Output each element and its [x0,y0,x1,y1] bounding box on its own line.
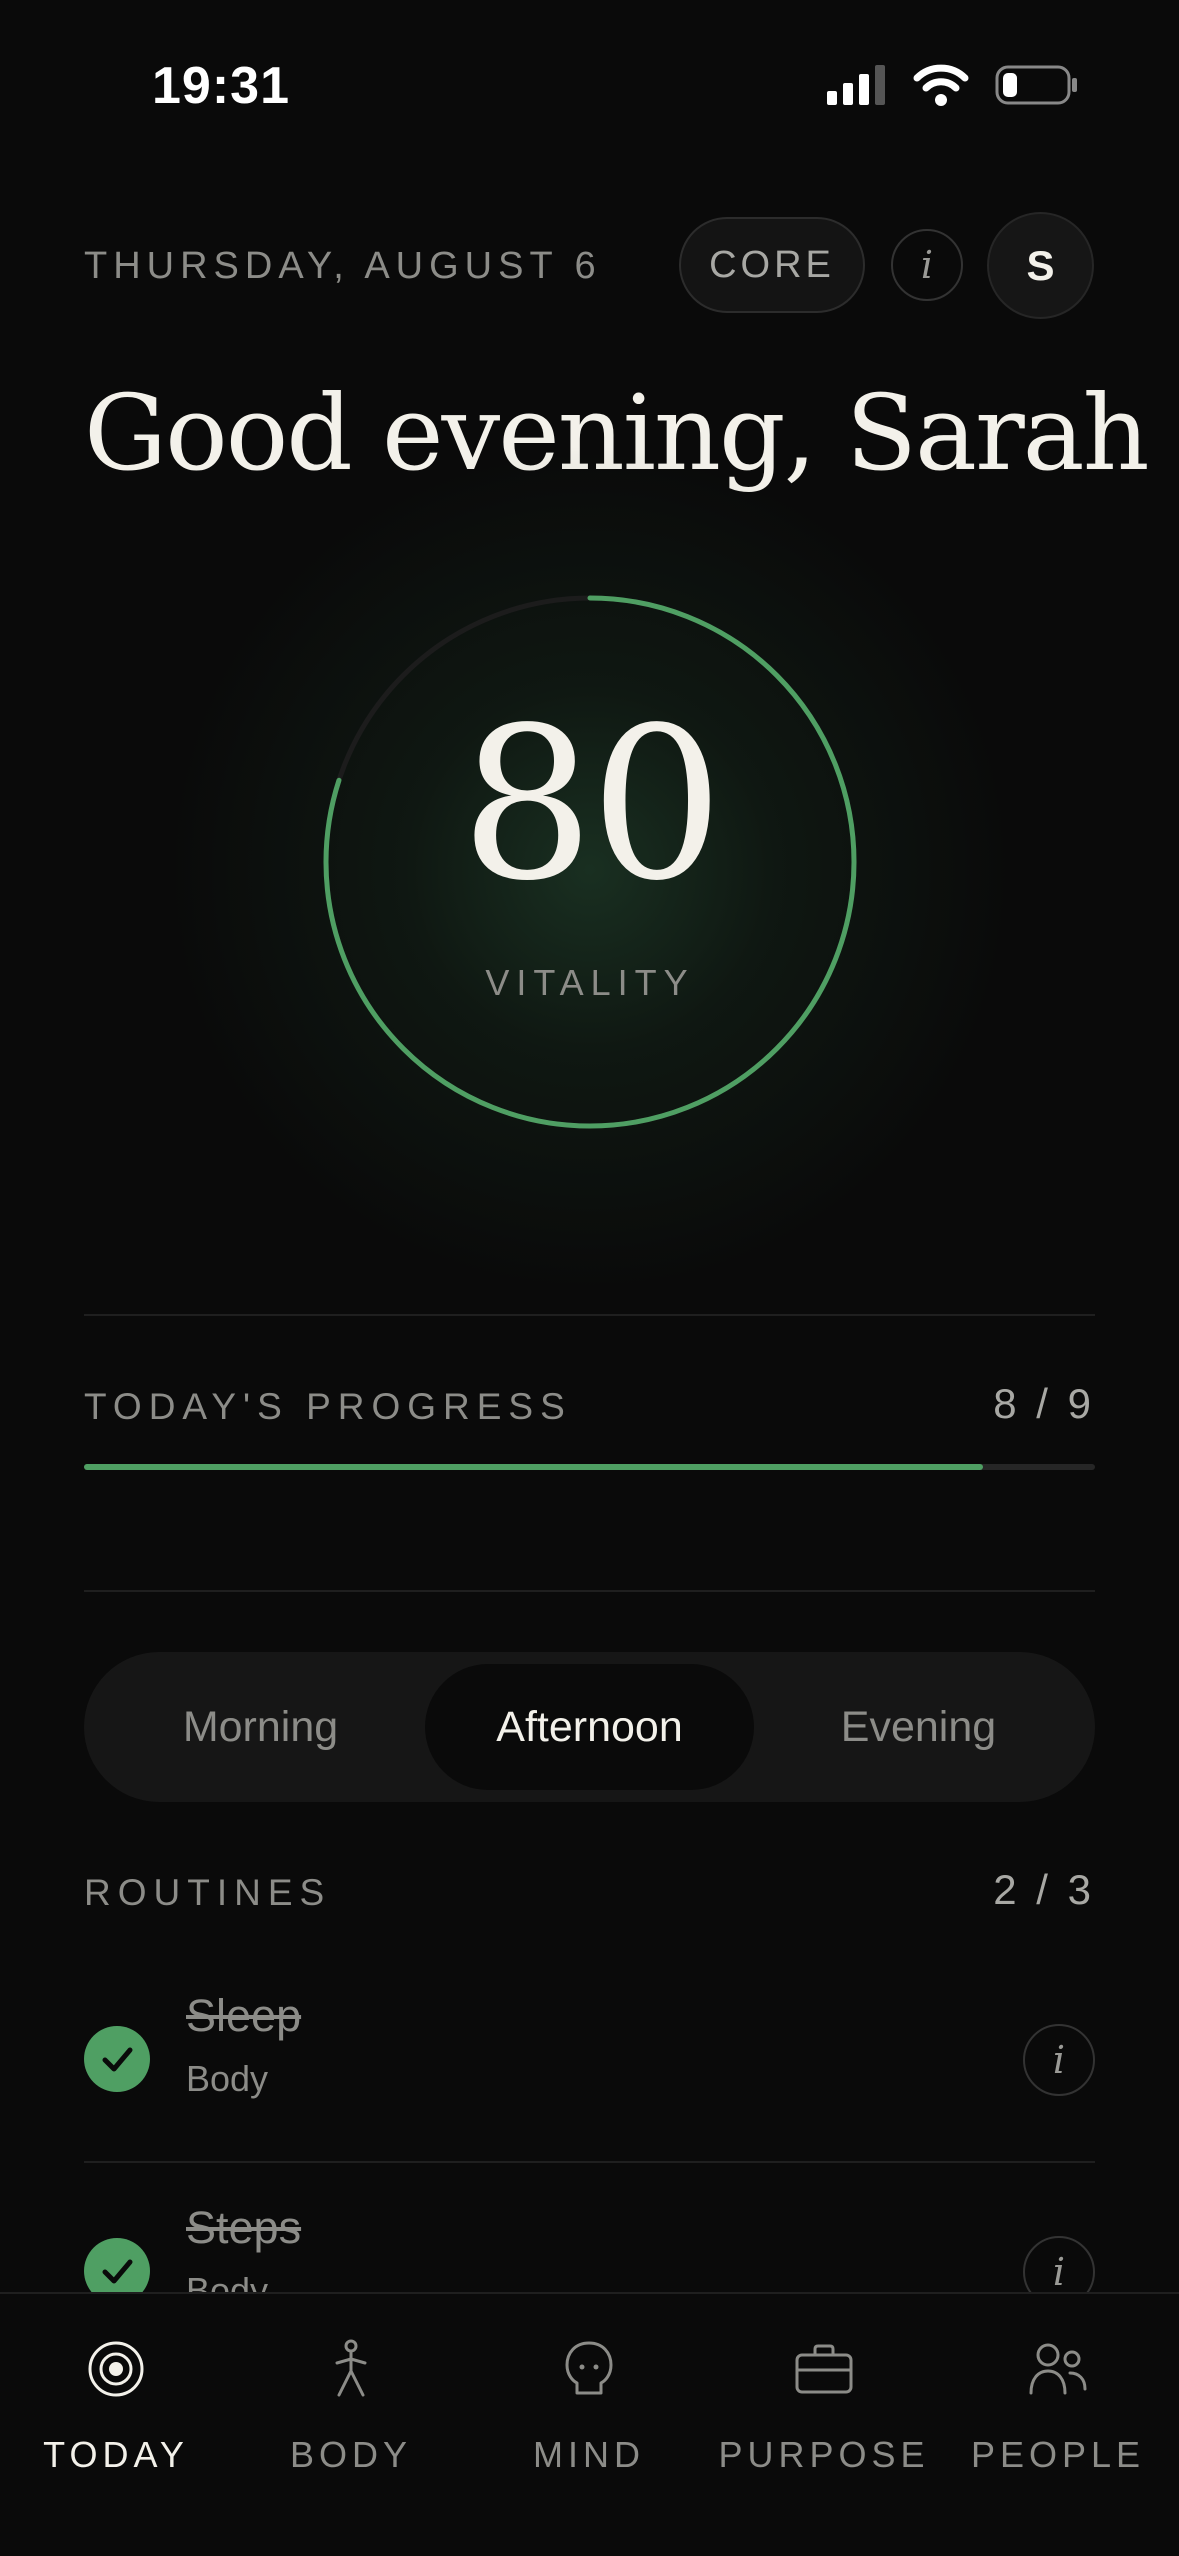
segment-morning[interactable]: Morning [96,1664,425,1790]
divider [84,1314,1095,1316]
tab-mind[interactable]: MIND [474,2334,704,2476]
target-icon [88,2341,144,2397]
tab-people[interactable]: PEOPLE [943,2334,1173,2476]
tab-body[interactable]: BODY [236,2334,466,2476]
wifi-icon [913,64,969,106]
tab-label: MIND [533,2434,645,2475]
divider [84,1590,1095,1592]
avatar-button[interactable]: S [987,212,1094,319]
segment-afternoon[interactable]: Afternoon [425,1664,754,1790]
vitality-score: 80 [460,682,723,927]
tab-bar: TODAY BODY MIND PURPOSE PEOPLE [0,2292,1179,2556]
today-screen: 19:31 THURSDAY, AUGUST 6 CORE i S Good e… [0,0,1179,2556]
info-icon: i [1052,2250,1066,2294]
routine-category: Body [186,2058,269,2099]
progress-bar [84,1464,1095,1470]
progress-label: TODAY'S PROGRESS [84,1386,572,1427]
routine-info-button[interactable]: i [1023,2024,1095,2096]
date-label: THURSDAY, AUGUST 6 [84,245,602,287]
routines-label: ROUTINES [84,1872,332,1913]
battery-icon [995,65,1077,105]
routine-title: Steps [186,2202,302,2253]
status-icons [827,64,1079,106]
head-icon [565,2341,613,2395]
progress-count: 8 / 9 [993,1380,1095,1427]
divider [84,2161,1095,2163]
checkmark-icon[interactable] [84,2026,150,2092]
tab-label: TODAY [43,2434,189,2475]
status-time: 19:31 [152,57,290,115]
time-of-day-switcher: Morning Afternoon Evening [84,1652,1095,1802]
tab-today[interactable]: TODAY [1,2334,231,2476]
routine-title: Sleep [186,1990,302,2041]
info-icon: i [1052,2038,1066,2082]
briefcase-icon [795,2344,853,2394]
tab-purpose[interactable]: PURPOSE [709,2334,939,2476]
tab-label: BODY [289,2434,413,2475]
routines-count: 2 / 3 [993,1866,1095,1913]
people-icon [1029,2343,1087,2395]
progress-bar-fill [84,1464,983,1470]
segment-evening[interactable]: Evening [754,1664,1083,1790]
routine-item[interactable]: Sleep Body i [84,1990,1095,2140]
tab-label: PURPOSE [718,2434,930,2475]
info-button[interactable]: i [891,229,963,301]
tier-badge-button[interactable]: CORE [679,217,865,313]
info-icon: i [920,243,934,287]
person-icon [335,2339,367,2397]
tab-label: PEOPLE [970,2434,1146,2475]
vitality-label: VITALITY [485,962,695,1003]
signal-icon [827,65,885,105]
